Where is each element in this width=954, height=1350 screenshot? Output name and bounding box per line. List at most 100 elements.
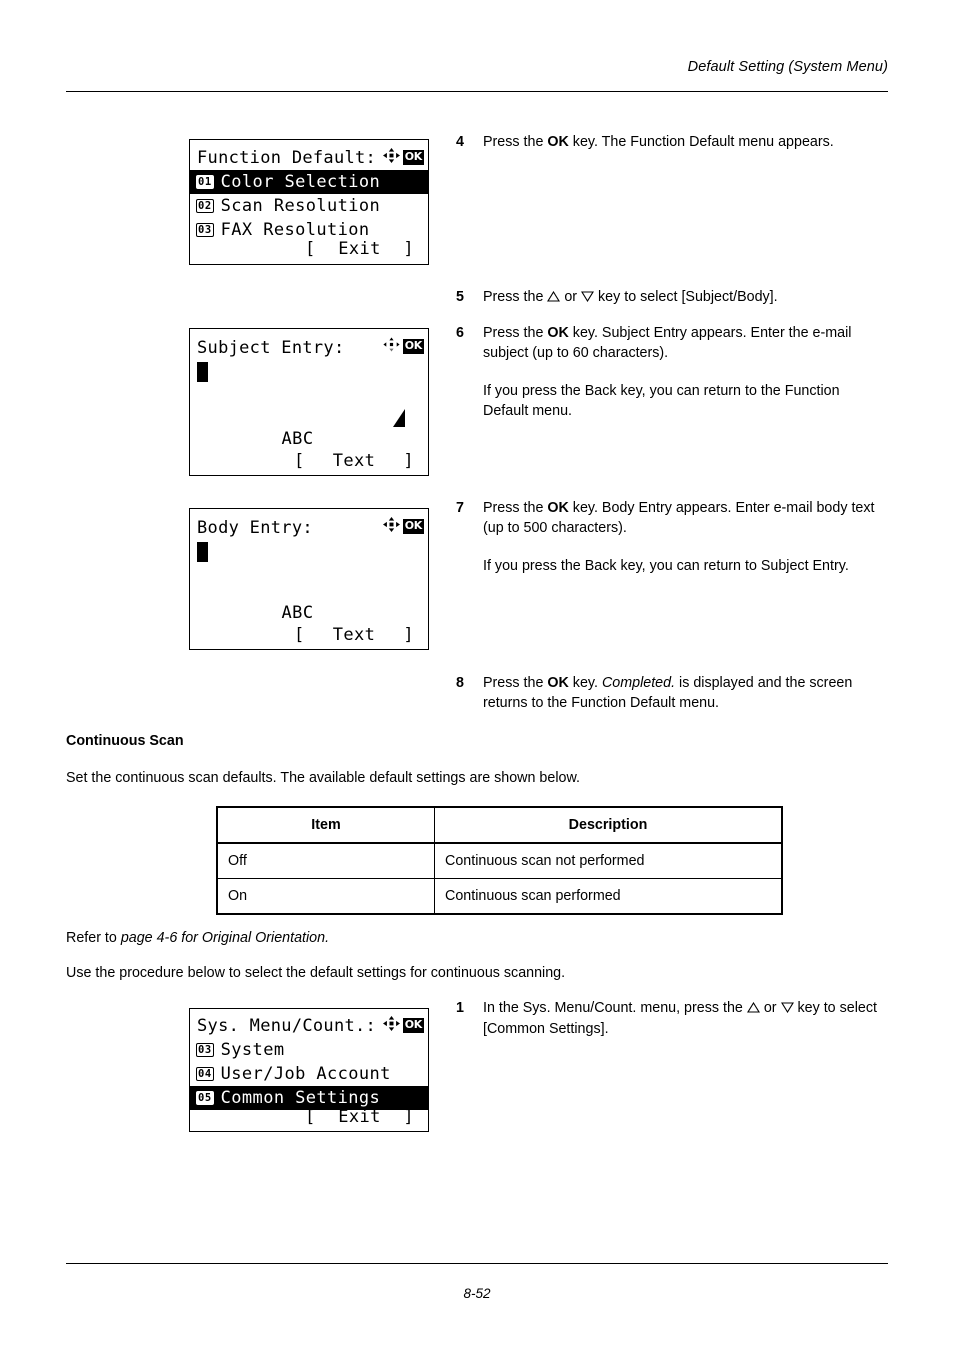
menu-item-label: Color Selection <box>220 171 381 192</box>
menu-item-number: 05 <box>196 1091 214 1105</box>
page-footer: 8-52 <box>0 1286 954 1301</box>
input-mode-label: ABC <box>281 603 314 623</box>
step-text: Press the OK key. Subject Entry appears.… <box>483 323 888 421</box>
menu-item-label: Common Settings <box>220 1087 381 1108</box>
ok-badge: OK <box>402 150 424 165</box>
table-cell-description: Continuous scan performed <box>434 878 783 915</box>
four-way-arrow-icon <box>382 517 400 536</box>
table-row: On Continuous scan performed <box>216 878 783 915</box>
step-text-part: key. The Function Default menu appears. <box>568 134 834 150</box>
table-column-header-item: Item <box>216 806 435 844</box>
lcd-softkey-bar[interactable]: [ Exit ] <box>190 241 428 258</box>
table-cell-description: Continuous scan not performed <box>434 842 783 879</box>
table-header-row: Item Description <box>216 806 783 844</box>
lcd-menu-item[interactable]: 04 User/Job Account <box>190 1062 428 1086</box>
step-note: If you press the Back key, you can retur… <box>483 382 840 419</box>
table-column-header-description: Description <box>434 806 783 844</box>
step-number: 7 <box>456 500 464 516</box>
lcd-nav-indicators: OK <box>382 517 424 536</box>
lcd-title-text: Function Default: <box>197 147 377 168</box>
step-text-part: key. <box>568 675 602 691</box>
lcd-softkey-bar[interactable]: [ Exit ] <box>190 1109 428 1126</box>
header-title: Default Setting (System Menu) <box>687 59 888 75</box>
softkey-label-text[interactable]: Text <box>333 453 376 470</box>
menu-item-number: 02 <box>196 199 214 213</box>
bracket-right: ] <box>403 1107 414 1127</box>
lcd-menu-item[interactable]: 03 System <box>190 1038 428 1062</box>
softkey-label-exit[interactable]: Exit <box>338 241 381 258</box>
input-mode-label: ABC <box>281 429 314 449</box>
ok-key-emphasis: OK <box>547 500 569 516</box>
ok-badge: OK <box>402 1018 424 1033</box>
four-way-arrow-icon <box>382 148 400 167</box>
lcd-panel-function-default: Function Default: OK 01 Color Selection … <box>189 139 429 265</box>
ok-badge: OK <box>402 519 424 534</box>
step-number: 5 <box>456 289 464 305</box>
lcd-softkey-bar[interactable]: [ Text ] <box>190 627 428 644</box>
section-heading: Continuous Scan <box>66 733 184 749</box>
menu-item-label: System <box>220 1039 285 1060</box>
step-text-part: Press the <box>483 500 548 516</box>
softkey-label-text[interactable]: Text <box>333 627 376 644</box>
bracket-left: [ <box>305 239 316 259</box>
section-intro: Set the continuous scan defaults. The av… <box>66 770 580 786</box>
ok-key-emphasis: OK <box>547 325 569 341</box>
header-divider <box>66 91 888 92</box>
procedure-intro: Use the procedure below to select the de… <box>66 965 566 981</box>
lcd-menu-item[interactable]: 01 Color Selection <box>190 170 428 194</box>
bracket-right: ] <box>403 625 414 645</box>
step-text-part: or <box>560 289 582 305</box>
lcd-panel-subject-entry: Subject Entry: OK ABC [ Text ] <box>189 328 429 476</box>
lcd-panel-sys-menu-count: Sys. Menu/Count.: OK 03 System 04 User/J… <box>189 1008 429 1132</box>
step-text-part: Press the <box>483 134 548 150</box>
arrow-down-icon <box>780 999 794 1019</box>
step-4: 4 Press the OK key. The Function Default… <box>456 132 888 152</box>
page-number: 8-52 <box>463 1286 491 1301</box>
menu-item-label: FAX Resolution <box>220 219 370 240</box>
step-text-part: In the Sys. Menu/Count. menu, press the <box>483 1000 747 1016</box>
ok-badge: OK <box>402 339 424 354</box>
step-1: 1 In the Sys. Menu/Count. menu, press th… <box>456 998 888 1040</box>
bracket-right: ] <box>403 451 414 471</box>
refer-note-reference: page 4-6 for Original Orientation. <box>120 930 330 946</box>
step-text-part: Press the <box>483 289 548 305</box>
step-7: 7 Press the OK key. Body Entry appears. … <box>456 498 888 576</box>
step-text: Press the OK key. The Function Default m… <box>483 132 888 152</box>
lcd-softkey-bar[interactable]: [ Text ] <box>190 453 428 470</box>
lcd-nav-indicators: OK <box>383 337 424 356</box>
step-6: 6 Press the OK key. Subject Entry appear… <box>456 323 888 421</box>
menu-item-label: User/Job Account <box>220 1063 391 1084</box>
arrow-down-icon <box>581 288 595 308</box>
bracket-left: [ <box>294 451 305 471</box>
step-text: In the Sys. Menu/Count. menu, press the … <box>483 998 888 1040</box>
four-way-arrow-icon <box>383 337 400 356</box>
step-number: 6 <box>456 325 464 341</box>
step-text: Press the or key to select [Subject/Body… <box>483 287 888 308</box>
lcd-menu-item[interactable]: 02 Scan Resolution <box>190 194 428 218</box>
menu-item-number: 01 <box>196 175 214 189</box>
arrow-up-icon <box>746 999 760 1019</box>
table-cell-item: Off <box>216 842 435 879</box>
footer-divider <box>66 1263 888 1264</box>
bracket-left: [ <box>305 1107 316 1127</box>
step-8: 8 Press the OK key. Completed. is displa… <box>456 673 888 714</box>
menu-item-number: 03 <box>196 223 214 237</box>
text-cursor <box>197 542 208 562</box>
lcd-title-text: Body Entry: <box>197 517 313 538</box>
arrow-up-icon <box>547 288 561 308</box>
table-cell-item: On <box>216 878 435 915</box>
step-number: 8 <box>456 675 464 691</box>
lcd-title-text: Sys. Menu/Count.: <box>197 1015 377 1036</box>
step-number: 1 <box>456 1000 464 1016</box>
ok-key-emphasis: OK <box>547 675 569 691</box>
step-text-part: Press the <box>483 675 548 691</box>
step-number: 4 <box>456 134 464 150</box>
step-text-part: Press the <box>483 325 548 341</box>
page-header: Default Setting (System Menu) <box>66 58 888 76</box>
lcd-title-text: Subject Entry: <box>197 337 345 358</box>
four-way-arrow-icon <box>382 1016 400 1035</box>
menu-item-number: 03 <box>196 1043 214 1057</box>
menu-item-number: 04 <box>196 1067 214 1081</box>
lcd-nav-indicators: OK <box>382 148 424 167</box>
softkey-label-exit[interactable]: Exit <box>338 1109 381 1126</box>
